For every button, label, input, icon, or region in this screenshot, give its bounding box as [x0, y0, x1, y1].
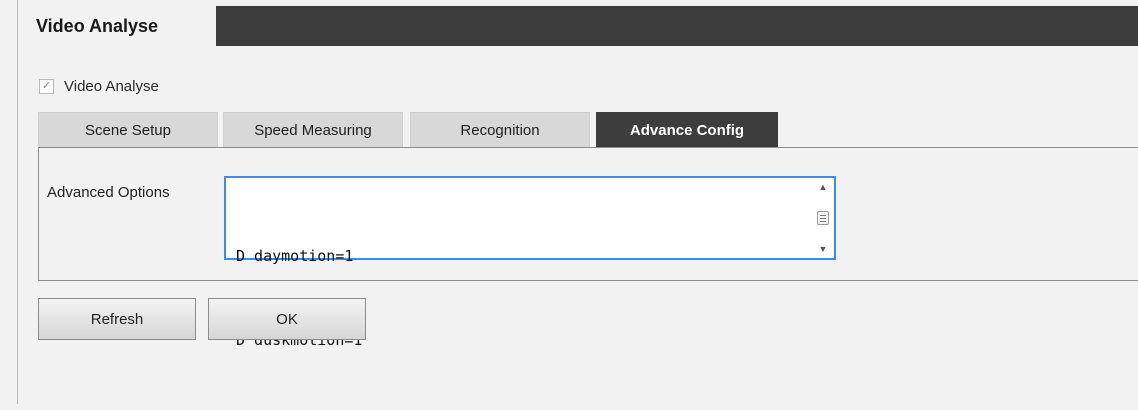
- scroll-down-icon[interactable]: ▼: [819, 244, 828, 254]
- video-analyse-checkbox[interactable]: ✓: [39, 78, 54, 94]
- tab-advance-config[interactable]: Advance Config: [596, 112, 778, 147]
- textarea-scrollbar[interactable]: ▲ ▼: [814, 182, 832, 254]
- advanced-options-label: Advanced Options: [47, 184, 170, 201]
- tab-recognition[interactable]: Recognition: [410, 112, 590, 147]
- page-title: Video Analyse: [18, 6, 216, 46]
- scroll-thumb[interactable]: [817, 211, 829, 225]
- left-border: [17, 0, 18, 404]
- tab-speed-measuring[interactable]: Speed Measuring: [223, 112, 403, 147]
- ok-button[interactable]: OK: [208, 298, 366, 340]
- advanced-options-textarea[interactable]: D daymotion=1 D duskmotion=1 ▲ ▼: [224, 176, 836, 349]
- textarea-line-1: D daymotion=1: [236, 247, 354, 265]
- video-analyse-toggle[interactable]: ✓ Video Analyse: [39, 76, 159, 96]
- refresh-button[interactable]: Refresh: [38, 298, 196, 340]
- tab-scene-setup[interactable]: Scene Setup: [38, 112, 218, 147]
- video-analyse-label: Video Analyse: [64, 77, 159, 95]
- scroll-up-icon[interactable]: ▲: [819, 182, 828, 192]
